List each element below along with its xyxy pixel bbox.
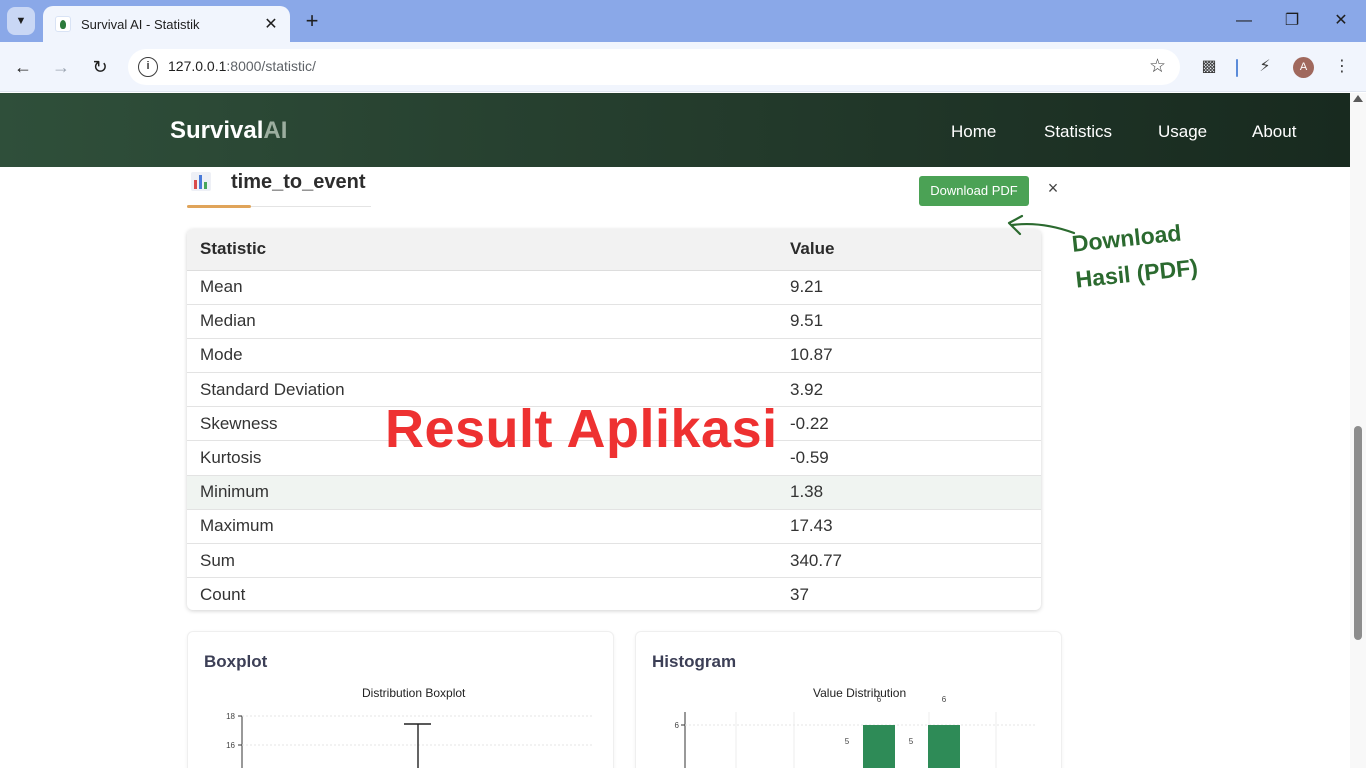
reload-icon[interactable]: ↻	[88, 55, 112, 79]
extensions-puzzle-icon[interactable]: ▩	[1197, 55, 1221, 79]
boxplot-chart: 18 16	[226, 712, 593, 768]
back-arrow-icon[interactable]: ←	[11, 55, 35, 79]
forward-arrow-icon[interactable]: →	[49, 55, 73, 79]
nav-statistics[interactable]: Statistics	[1044, 122, 1112, 142]
close-icon[interactable]: ×	[1044, 178, 1062, 200]
toolbar-separator	[1236, 59, 1238, 77]
address-bar[interactable]: i 127.0.0.1:8000/statistic/ ☆	[128, 49, 1180, 85]
scrollbar-thumb[interactable]	[1354, 426, 1362, 640]
stat-value: 9.21	[777, 270, 1041, 305]
table-row: Median 9.51	[187, 304, 1041, 339]
histogram-y-tick-label: 6	[675, 721, 680, 730]
stat-label: Maximum	[187, 509, 777, 545]
nav-home[interactable]: Home	[951, 122, 996, 142]
table-row: Count 37	[187, 578, 1041, 610]
favicon-icon	[55, 16, 71, 32]
table-row: Sum 340.77	[187, 543, 1041, 579]
stat-value: 340.77	[777, 543, 1041, 579]
bookmark-star-icon[interactable]: ☆	[1149, 55, 1166, 78]
profile-avatar[interactable]: A	[1293, 57, 1314, 78]
stat-value: 10.87	[777, 338, 1041, 374]
page-viewport: SurvivalAI Home Statistics Usage About t…	[0, 93, 1350, 768]
variable-name: time_to_event	[231, 171, 366, 193]
histogram-bar-label: 5	[845, 737, 850, 746]
nav-about[interactable]: About	[1252, 122, 1296, 142]
stat-value: 17.43	[777, 509, 1041, 545]
site-navbar: SurvivalAI Home Statistics Usage About	[0, 93, 1350, 167]
minimize-icon[interactable]: —	[1232, 10, 1256, 32]
stat-label: Median	[187, 304, 777, 339]
download-pdf-button[interactable]: Download PDF	[919, 176, 1029, 206]
stat-label: Count	[200, 585, 246, 605]
watermark-overlay: Result Aplikasi	[385, 399, 778, 459]
table-row: Maximum 17.43	[187, 509, 1041, 545]
tab-search-button[interactable]: ▼	[7, 7, 35, 35]
browser-tabstrip: ▼ Survival AI - Statistik ✕ + — ❐ ✕	[0, 0, 1366, 42]
stat-value: 37	[790, 585, 809, 605]
histogram-bar	[863, 725, 895, 768]
histogram-bar-label: 5	[909, 737, 914, 746]
stat-label: Minimum	[187, 475, 777, 510]
chevron-down-icon: ▼	[15, 15, 27, 27]
variable-header: time_to_event	[187, 169, 371, 208]
histogram-bar-label: 6	[942, 695, 947, 704]
stat-label: Mean	[187, 270, 777, 305]
bar-chart-icon	[191, 172, 211, 191]
boxplot-y-tick-label: 18	[226, 712, 235, 721]
boxplot-y-tick-label: 16	[226, 741, 235, 750]
histogram-bar	[928, 725, 960, 768]
boxplot-card: Boxplot Distribution Boxplot 18 16	[187, 631, 614, 768]
stat-label: Sum	[187, 543, 777, 579]
restore-icon[interactable]: ❐	[1280, 10, 1304, 32]
stat-label: Mode	[187, 338, 777, 374]
table-row: Minimum 1.38	[187, 475, 1041, 510]
header-underline	[187, 205, 251, 208]
page-scrollbar[interactable]	[1350, 93, 1366, 768]
stat-value: 3.92	[777, 372, 1041, 408]
table-row: Mode 10.87	[187, 338, 1041, 374]
stat-value: -0.22	[777, 406, 1041, 442]
stat-value: 1.38	[777, 475, 1041, 510]
url-text[interactable]: 127.0.0.1:8000/statistic/	[168, 58, 316, 74]
close-tab-icon[interactable]: ✕	[262, 14, 280, 34]
column-header-statistic: Statistic	[187, 229, 777, 271]
scroll-up-arrow-icon[interactable]	[1353, 95, 1363, 102]
browser-toolbar: ← → ↻ i 127.0.0.1:8000/statistic/ ☆ ▩ ⚡ …	[0, 42, 1366, 92]
extension-icon[interactable]: ⚡	[1253, 55, 1277, 79]
stat-value: 9.51	[777, 304, 1041, 339]
annotation-text: Download Hasil (PDF)	[1070, 219, 1200, 293]
table-row: Mean 9.21	[187, 270, 1041, 305]
site-logo[interactable]: SurvivalAI	[170, 117, 287, 145]
site-info-icon[interactable]: i	[138, 57, 158, 77]
tab-title: Survival AI - Statistik	[81, 16, 200, 32]
window-close-icon[interactable]: ✕	[1329, 10, 1353, 32]
new-tab-button[interactable]: +	[300, 9, 324, 33]
histogram-card: Histogram Value Distribution 6 6 6 5 5	[635, 631, 1062, 768]
kebab-menu-icon[interactable]: ⋮	[1330, 55, 1354, 79]
stat-value: -0.59	[777, 440, 1041, 476]
histogram-chart: 6 6 6 5 5	[675, 695, 1036, 768]
table-header-row: Statistic Value	[187, 229, 1041, 271]
histogram-bar-label: 6	[877, 695, 882, 704]
nav-usage[interactable]: Usage	[1158, 122, 1207, 142]
browser-tab[interactable]: Survival AI - Statistik ✕	[43, 6, 290, 42]
